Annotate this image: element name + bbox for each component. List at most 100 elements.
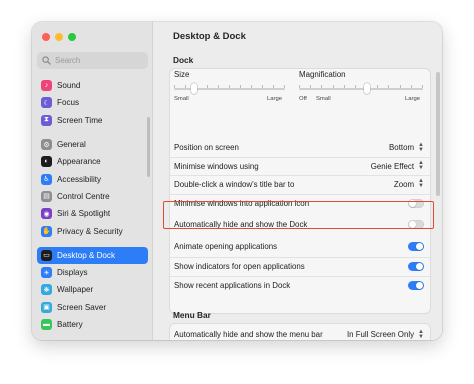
- wallpaper-icon: ❋: [41, 284, 52, 296]
- sidebar-item-label: Screen Time: [57, 115, 103, 125]
- sidebar-item-label: Accessibility: [57, 174, 102, 184]
- chevron-updown-icon: ▲ ▼: [418, 141, 424, 153]
- menu-bar-autohide-row[interactable]: Automatically hide and show the menu bar…: [170, 326, 430, 340]
- sidebar-item-appearance[interactable]: ◐ Appearance: [37, 153, 148, 170]
- minimise-button[interactable]: [55, 33, 63, 41]
- siri-icon: ◉: [41, 208, 52, 220]
- select-dropdown[interactable]: Genie Effect ▲ ▼: [370, 160, 424, 171]
- settings-window: ♪ Sound ☾ Focus ⧗ Screen Time ⚙ General ◐ Appeara…: [32, 22, 442, 340]
- sidebar-item-general[interactable]: ⚙ General: [37, 136, 148, 153]
- size-min-label: Small: [174, 96, 189, 102]
- magnification-slider-group: Magnification Off Small Large: [299, 69, 430, 103]
- search-field[interactable]: [37, 52, 148, 69]
- size-max-label: Large: [267, 96, 283, 102]
- zoom-button[interactable]: [68, 33, 76, 41]
- close-button[interactable]: [42, 33, 50, 41]
- toggle-switch[interactable]: [408, 280, 424, 290]
- dock-row-minimise-windows-into-application-icon[interactable]: Minimise windows into application icon: [170, 194, 430, 211]
- toggle-knob: [416, 243, 423, 250]
- sidebar-item-battery[interactable]: ▬ Battery: [37, 316, 148, 333]
- search-icon: [42, 56, 51, 65]
- row-label: Show recent applications in Dock: [174, 280, 291, 290]
- dock-row-show-indicators-for-open-applications[interactable]: Show indicators for open applications: [170, 257, 430, 274]
- main-pane: Desktop & Dock Dock Size Small Large Mag…: [153, 22, 442, 340]
- appearance-icon: ◐: [41, 156, 52, 168]
- sidebar-item-accessibility[interactable]: ♿ Accessibility: [37, 171, 148, 188]
- dock-row-show-recent-applications-in-dock[interactable]: Show recent applications in Dock: [170, 276, 430, 293]
- display-icon: ☀: [41, 267, 52, 279]
- toggle-knob: [416, 281, 423, 289]
- toggle-switch[interactable]: [408, 242, 424, 251]
- sidebar-item-label: Privacy & Security: [57, 226, 123, 236]
- row-label: Automatically hide and show the menu bar: [174, 330, 323, 339]
- toggle-knob: [409, 199, 416, 207]
- size-slider-thumb[interactable]: [190, 83, 197, 94]
- size-slider-group: Size Small Large: [170, 69, 300, 103]
- hourglass-icon: ⧗: [41, 114, 52, 126]
- dock-row-position-on-screen[interactable]: Position on screen Bottom ▲ ▼: [170, 139, 430, 156]
- select-value: Zoom: [393, 179, 415, 189]
- row-label: Position on screen: [174, 143, 239, 152]
- sidebar-item-sound[interactable]: ♪ Sound: [37, 77, 148, 94]
- sidebar-item-displays[interactable]: ☀ Displays: [37, 264, 148, 281]
- sidebar-item-label: Appearance: [57, 157, 101, 167]
- sidebar-item-focus[interactable]: ☾ Focus: [37, 94, 148, 111]
- toggle-switch[interactable]: [408, 220, 424, 229]
- toggle-knob: [409, 221, 416, 228]
- sidebar-item-label: General: [57, 140, 86, 150]
- sound-icon: ♪: [41, 80, 52, 92]
- sidebar-item-screen-time[interactable]: ⧗ Screen Time: [37, 112, 148, 129]
- row-label: Double-click a window's title bar to: [174, 179, 295, 189]
- dock-row-automatically-hide-and-show-the-dock[interactable]: Automatically hide and show the Dock: [170, 216, 430, 233]
- sidebar-item-siri-spotlight[interactable]: ◉ Siri & Spotlight: [37, 205, 148, 222]
- menu-bar-autohide-select[interactable]: In Full Screen Only ▲ ▼: [346, 328, 424, 340]
- dock-section-title: Dock: [173, 55, 194, 65]
- sidebar-item-label: Displays: [57, 268, 88, 278]
- main-scrollbar[interactable]: [436, 72, 440, 196]
- sidebar-scrollbar[interactable]: [147, 117, 150, 177]
- battery-icon: ▬: [41, 319, 52, 331]
- select-dropdown[interactable]: Bottom ▲ ▼: [389, 141, 424, 153]
- dock-row-animate-opening-applications[interactable]: Animate opening applications: [170, 238, 430, 255]
- select-value: In Full Screen Only: [346, 330, 415, 339]
- select-dropdown[interactable]: Zoom ▲ ▼: [393, 178, 424, 189]
- sidebar-item-label: Control Centre: [57, 191, 110, 201]
- control-centre-icon: ▤: [41, 190, 52, 202]
- sidebar-item-wallpaper[interactable]: ❋ Wallpaper: [37, 281, 148, 298]
- menu-bar-section-title: Menu Bar: [173, 310, 211, 320]
- search-input[interactable]: [55, 56, 145, 65]
- sidebar-item-label: Wallpaper: [57, 285, 94, 295]
- dock-settings-card: Size Small Large Magnification Off Small: [169, 68, 431, 314]
- toggle-switch[interactable]: [408, 261, 424, 271]
- sidebar-item-label: Siri & Spotlight: [57, 209, 111, 219]
- select-value: Bottom: [389, 143, 415, 152]
- sidebar-item-privacy-security[interactable]: ✋ Privacy & Security: [37, 222, 148, 239]
- dock-row-double-click-a-window-s-title-bar-to[interactable]: Double-click a window's title bar to Zoom…: [170, 175, 430, 192]
- accessibility-icon: ♿: [41, 173, 52, 185]
- toggle-switch[interactable]: [408, 198, 424, 208]
- row-label: Minimise windows into application icon: [174, 198, 310, 208]
- sidebar-item-control-centre[interactable]: ▤ Control Centre: [37, 188, 148, 205]
- magnification-max-label: Large: [405, 96, 421, 102]
- magnification-small-label: Small: [316, 96, 331, 102]
- sidebar: ♪ Sound ☾ Focus ⧗ Screen Time ⚙ General ◐ Appeara…: [32, 22, 153, 340]
- dock-row-minimise-windows-using[interactable]: Minimise windows using Genie Effect ▲ ▼: [170, 157, 430, 174]
- moon-icon: ☾: [41, 97, 52, 109]
- chevron-updown-icon: ▲ ▼: [418, 328, 424, 340]
- window-controls: [42, 33, 76, 41]
- chevron-updown-icon: ▲ ▼: [418, 160, 424, 171]
- sidebar-item-label: Desktop & Dock: [57, 250, 116, 260]
- sidebar-item-label: Battery: [57, 320, 83, 330]
- row-label: Show indicators for open applications: [174, 261, 305, 271]
- gear-icon: ⚙: [41, 139, 52, 151]
- row-label: Automatically hide and show the Dock: [174, 220, 308, 229]
- menu-bar-settings-card: Automatically hide and show the menu bar…: [169, 323, 431, 340]
- sidebar-item-desktop-dock[interactable]: ▭ Desktop & Dock: [37, 246, 148, 264]
- row-label: Animate opening applications: [174, 242, 278, 251]
- row-label: Minimise windows using: [174, 161, 259, 171]
- sidebar-item-screen-saver[interactable]: ▣ Screen Saver: [37, 299, 148, 316]
- magnification-label: Magnification: [299, 70, 346, 79]
- magnification-slider-thumb[interactable]: [364, 83, 371, 94]
- sidebar-item-label: Sound: [57, 81, 81, 91]
- select-value: Genie Effect: [370, 161, 415, 171]
